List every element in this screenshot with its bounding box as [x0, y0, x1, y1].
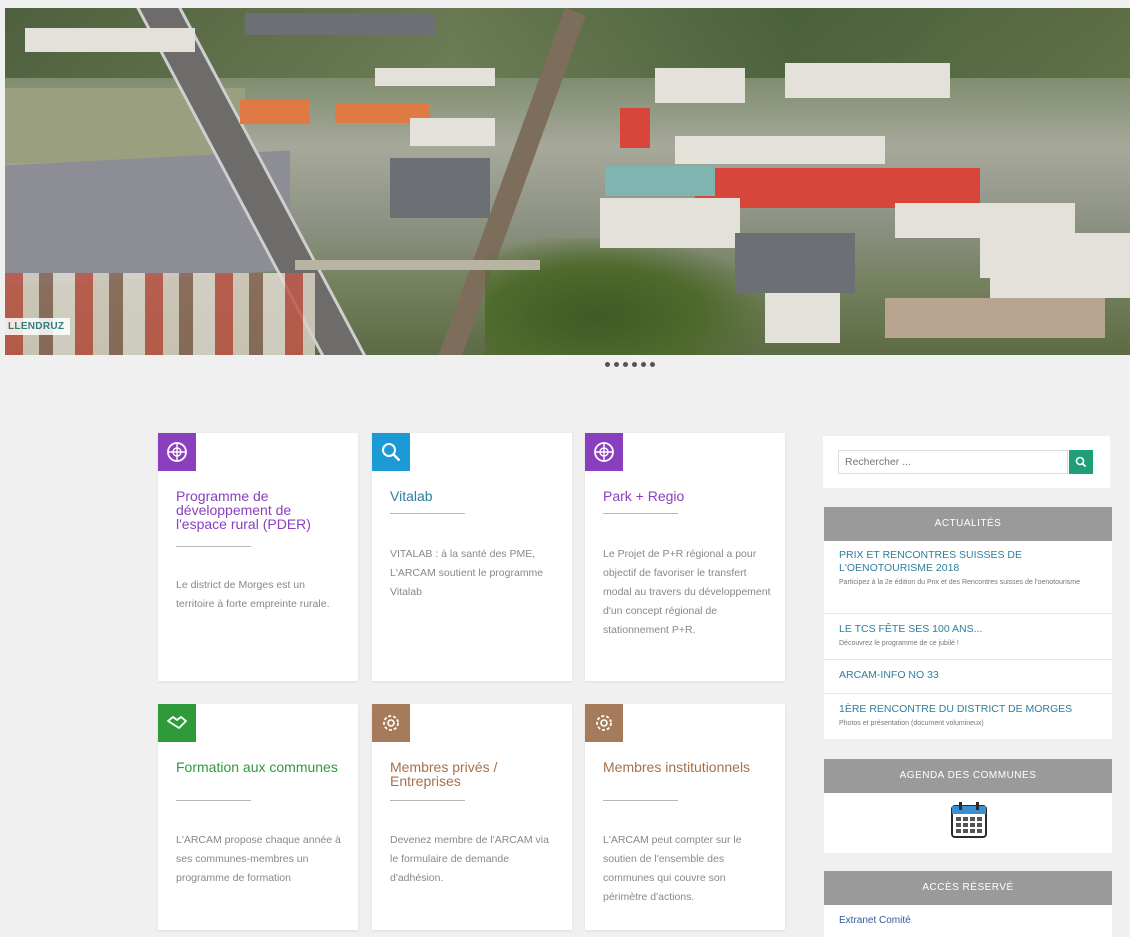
hero-caption: LLENDRUZ: [5, 318, 71, 335]
gear-icon: [372, 704, 410, 742]
card-title[interactable]: Park + Regio: [603, 489, 771, 503]
card-text: L'ARCAM peut compter sur le soutien de l…: [603, 834, 742, 903]
calendar-icon[interactable]: [949, 800, 989, 840]
slider-dot[interactable]: [650, 362, 655, 367]
compass-icon: [158, 433, 196, 471]
slider-dot[interactable]: [605, 362, 610, 367]
card-text: VITALAB : à la santé des PME, L'ARCAM so…: [390, 548, 544, 598]
news-item[interactable]: PRIX ET RENCONTRES SUISSES DE L'OENOTOUR…: [839, 549, 1104, 587]
slider-dot[interactable]: [614, 362, 619, 367]
agenda-heading: AGENDA DES COMMUNES: [824, 759, 1112, 793]
news-title[interactable]: LE TCS FÊTE SES 100 ANS...: [839, 623, 1104, 636]
actualites-heading: ACTUALITÉS: [824, 507, 1112, 541]
reserved-heading: ACCÈS RÉSERVÉ: [824, 871, 1112, 905]
card-membres-prives[interactable]: Membres privés / Entreprises Devenez mem…: [372, 704, 572, 930]
card-vitalab[interactable]: Vitalab VITALAB : à la santé des PME, L'…: [372, 433, 572, 681]
gear-icon: [585, 704, 623, 742]
card-title[interactable]: Membres privés / Entreprises: [390, 760, 558, 788]
search-input[interactable]: [838, 450, 1068, 474]
card-park-regio[interactable]: Park + Regio Le Projet de P+R régional a…: [585, 433, 785, 681]
search-icon: [1075, 456, 1087, 468]
magnifier-icon: [372, 433, 410, 471]
slider-dot[interactable]: [623, 362, 628, 367]
actualites-list: PRIX ET RENCONTRES SUISSES DE L'OENOTOUR…: [824, 541, 1112, 739]
card-title[interactable]: Formation aux communes: [176, 760, 344, 774]
news-item[interactable]: ARCAM-INFO NO 33: [839, 669, 1104, 682]
card-pder[interactable]: Programme de développement de l'espace r…: [158, 433, 358, 681]
slider-dot[interactable]: [641, 362, 646, 367]
card-text: Le Projet de P+R régional a pour objecti…: [603, 548, 771, 636]
handshake-icon: [158, 704, 196, 742]
news-title[interactable]: PRIX ET RENCONTRES SUISSES DE L'OENOTOUR…: [839, 549, 1104, 575]
news-item[interactable]: LE TCS FÊTE SES 100 ANS... Découvrez le …: [839, 623, 1104, 648]
news-sub: Découvrez le programme de ce jubilé !: [839, 640, 959, 647]
search-button[interactable]: [1069, 450, 1093, 474]
card-title[interactable]: Programme de développement de l'espace r…: [176, 489, 344, 531]
card-text: Le district de Morges est un territoire …: [176, 579, 330, 610]
card-text: L'ARCAM propose chaque année à ses commu…: [176, 834, 341, 884]
agenda-widget: [824, 793, 1112, 853]
search-widget: [823, 436, 1110, 488]
extranet-link[interactable]: Extranet Comité: [839, 915, 911, 926]
slider-dots: [605, 362, 655, 367]
card-text: Devenez membre de l'ARCAM via le formula…: [390, 834, 549, 884]
slider-dot[interactable]: [632, 362, 637, 367]
card-title[interactable]: Membres institutionnels: [603, 760, 771, 774]
news-title[interactable]: ARCAM-INFO NO 33: [839, 669, 1104, 682]
hero-image: LLENDRUZ: [5, 8, 1130, 355]
news-item[interactable]: 1ÈRE RENCONTRE DU DISTRICT DE MORGES Pho…: [839, 703, 1104, 728]
news-title[interactable]: 1ÈRE RENCONTRE DU DISTRICT DE MORGES: [839, 703, 1104, 716]
news-sub: Photos et présentation (document volumin…: [839, 720, 984, 727]
card-membres-institutionnels[interactable]: Membres institutionnels L'ARCAM peut com…: [585, 704, 785, 930]
card-title[interactable]: Vitalab: [390, 489, 558, 503]
compass-icon: [585, 433, 623, 471]
card-formation[interactable]: Formation aux communes L'ARCAM propose c…: [158, 704, 358, 930]
reserved-widget: Extranet Comité: [824, 905, 1112, 937]
news-sub: Participez à la 2e édition du Prix et de…: [839, 579, 1081, 586]
